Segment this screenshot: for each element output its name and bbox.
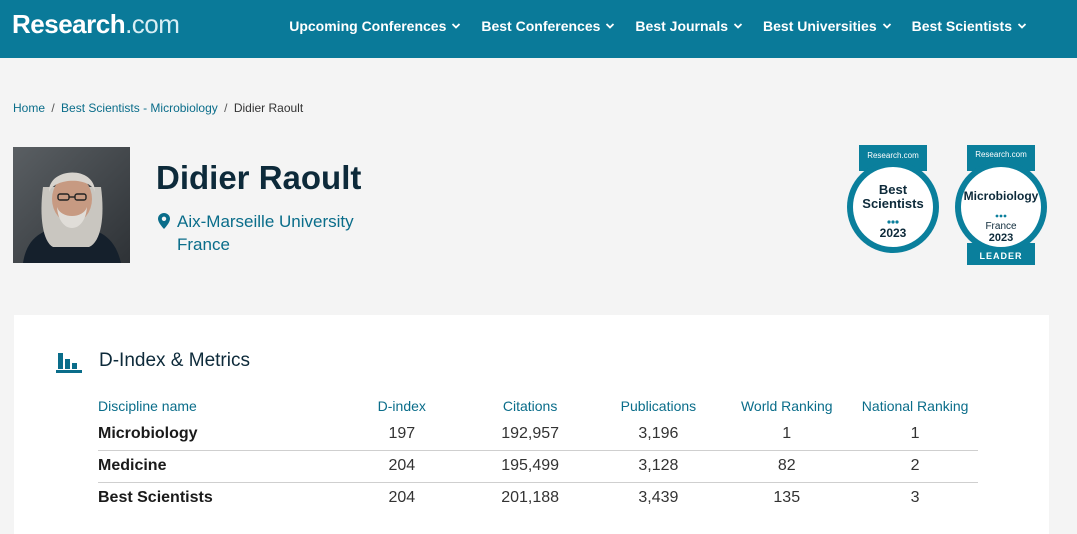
nav-upcoming-conferences[interactable]: Upcoming Conferences (279, 18, 471, 34)
metrics-card: D-Index & Metrics Discipline name D-inde… (14, 315, 1049, 534)
profile-photo-illustration (13, 147, 130, 263)
breadcrumb-category[interactable]: Best Scientists - Microbiology (61, 101, 218, 115)
chevron-down-icon (733, 23, 743, 29)
nav-best-journals[interactable]: Best Journals (625, 18, 753, 34)
best-scientists-2023-badge[interactable]: Research.com Best Scientists 2023 (844, 143, 942, 255)
table-cell: 3 (852, 482, 978, 514)
breadcrumb-separator: / (51, 101, 55, 115)
country-link[interactable]: France (177, 233, 354, 256)
table-cell: 82 (721, 450, 853, 483)
table-cell: 1 (782, 425, 792, 442)
location-pin-icon (158, 213, 170, 229)
table-cell: 197 (388, 425, 416, 442)
badge-artwork (955, 145, 1047, 265)
chevron-down-icon (452, 23, 461, 29)
discipline-link[interactable]: Medicine (98, 450, 339, 483)
table-cell: 2 (852, 450, 978, 483)
table-cell: 3,439 (595, 482, 722, 514)
breadcrumb-home[interactable]: Home (13, 101, 45, 115)
badge-year: 2023 (988, 232, 1014, 244)
institution-link[interactable]: Aix-Marseille University (177, 210, 354, 233)
badge-brand: Research.com (867, 151, 919, 160)
main-nav: Upcoming Conferences Best Conferences Be… (279, 18, 1037, 34)
scientist-name: Didier Raoult (156, 159, 362, 196)
table-row: Best Scientists 204 201,188 3,439 135 3 (98, 482, 978, 514)
table-cell: 204 (338, 482, 465, 514)
nav-best-universities[interactable]: Best Universities (753, 18, 902, 34)
column-header: National Ranking (861, 398, 969, 414)
table-row: Medicine 204 195,499 3,128 82 2 (98, 450, 978, 483)
column-header: Publications (620, 398, 697, 414)
metrics-section-header: D-Index & Metrics (56, 349, 250, 373)
badge-ribbon: LEADER (979, 251, 1023, 261)
bar-chart-icon (56, 353, 82, 373)
discipline-link[interactable]: Microbiology (98, 419, 339, 451)
table-cell: 201,188 (464, 482, 596, 514)
badge-country: France (985, 221, 1017, 232)
chevron-down-icon (882, 23, 891, 29)
badge-field: Microbiology (963, 189, 1039, 203)
table-cell: 135 (721, 482, 853, 514)
badge-year: 2023 (879, 226, 907, 240)
top-navbar: Research.com Upcoming Conferences Best C… (0, 0, 1077, 58)
table-row: Microbiology 197 192,957 3,196 1 1 (98, 419, 978, 451)
column-header: Citations (502, 398, 558, 414)
research-com-logo[interactable]: Research.com (12, 9, 180, 40)
table-cell: 3,196 (638, 425, 679, 442)
table-cell: 3,128 (595, 450, 722, 483)
badge-brand: Research.com (975, 150, 1027, 159)
chevron-down-icon (606, 23, 615, 29)
badge-title-line1: Best (878, 182, 908, 197)
column-header: World Ranking (740, 398, 833, 414)
nav-best-conferences[interactable]: Best Conferences (471, 18, 625, 34)
badge-title-line2: Scientists (862, 196, 924, 211)
column-header: Discipline name (98, 398, 197, 414)
breadcrumb-separator: / (224, 101, 228, 115)
nav-best-scientists[interactable]: Best Scientists (902, 18, 1037, 34)
discipline-link[interactable]: Best Scientists (98, 482, 339, 514)
metrics-title: D-Index & Metrics (99, 350, 250, 371)
chevron-down-icon (1017, 23, 1027, 29)
metrics-table: Discipline name D-index Citations Public… (98, 395, 978, 514)
microbiology-france-leader-badge[interactable]: Research.com Microbiology France 2023 LE… (952, 143, 1050, 267)
table-cell: 195,499 (464, 450, 596, 483)
breadcrumb: Home / Best Scientists - Microbiology / … (13, 101, 303, 115)
affiliation: Aix-Marseille University France (158, 210, 354, 256)
breadcrumb-current: Didier Raoult (233, 101, 304, 115)
column-header: D-index (377, 398, 426, 414)
table-cell: 1 (910, 425, 920, 442)
profile-photo (13, 147, 130, 263)
table-cell: 192,957 (501, 425, 560, 442)
table-cell: 204 (338, 450, 465, 483)
